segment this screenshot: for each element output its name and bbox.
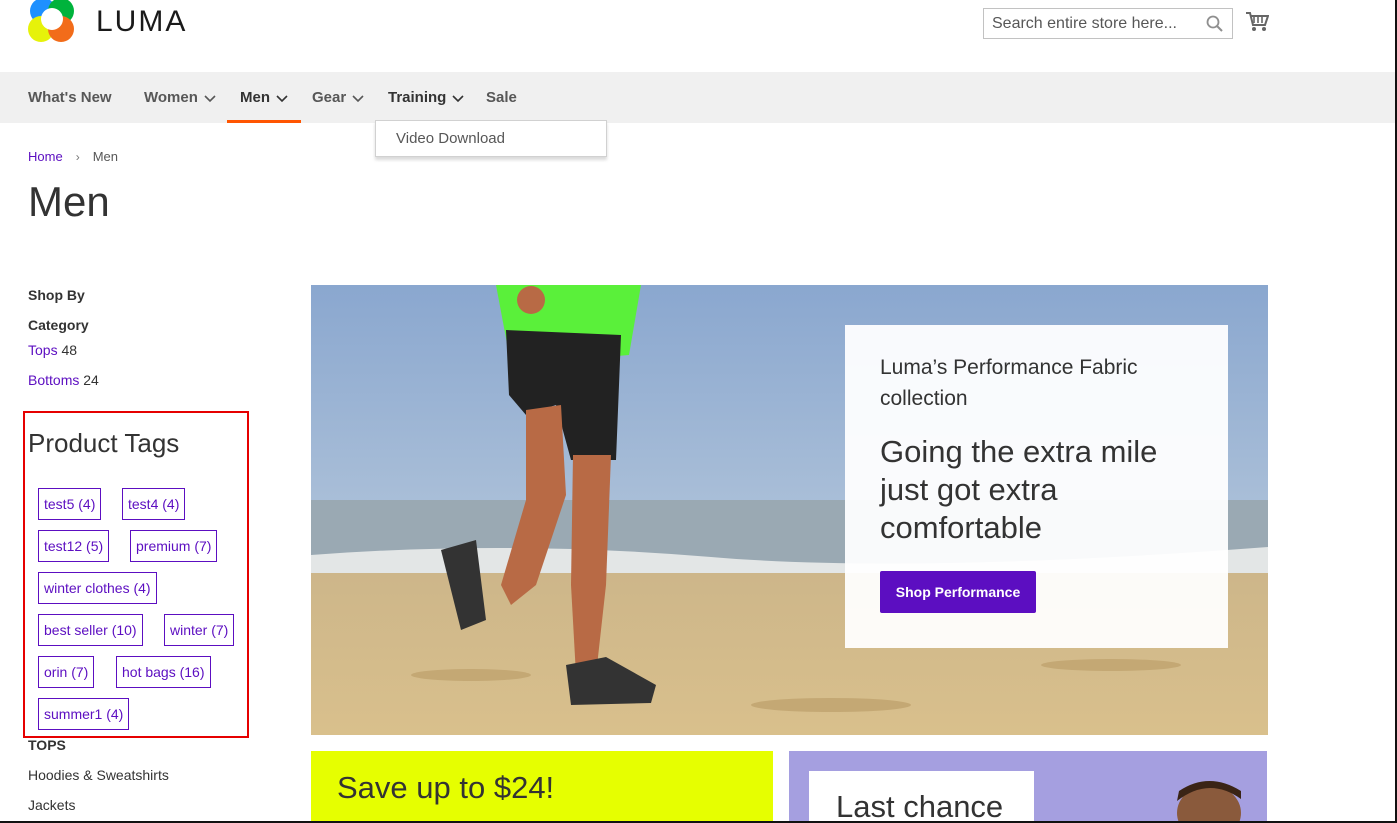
page-title: Men: [28, 178, 110, 225]
search-icon[interactable]: [1206, 15, 1224, 33]
category-heading: Category: [28, 317, 89, 333]
search-box[interactable]: [983, 8, 1233, 39]
nav-label: Women: [144, 89, 198, 106]
category-link[interactable]: Tops: [28, 342, 58, 358]
luma-logo[interactable]: LUMA: [28, 0, 198, 48]
training-submenu: Video Download: [375, 120, 607, 157]
category-item-bottoms: Bottoms 24: [28, 372, 99, 388]
nav-item-sale[interactable]: Sale: [486, 72, 517, 123]
hero-subtitle: Luma’s Performance Fabric collection: [880, 356, 1138, 410]
category-item-tops: Tops 48: [28, 342, 77, 358]
category-count: 48: [61, 342, 78, 358]
chevron-down-icon: [276, 94, 288, 102]
tag-link[interactable]: premium (7): [130, 530, 218, 562]
main-navigation: What's New Women Men Gear Training Sale: [0, 72, 1395, 123]
page: LUMA What's New Women Men Gear: [0, 0, 1397, 823]
breadcrumb-home-link[interactable]: Home: [28, 149, 63, 164]
tag-link[interactable]: test12 (5): [38, 530, 110, 562]
shop-performance-button[interactable]: Shop Performance: [880, 571, 1036, 613]
shop-by-heading: Shop By: [28, 287, 85, 303]
tag-link[interactable]: test4 (4): [122, 488, 186, 520]
nav-label: What's New: [28, 89, 112, 106]
tops-link-jackets[interactable]: Jackets: [28, 797, 75, 813]
nav-label: Men: [240, 89, 270, 106]
breadcrumb-separator-icon: ›: [75, 149, 80, 164]
category-count: 24: [83, 372, 99, 388]
nav-item-men[interactable]: Men: [227, 72, 301, 123]
nav-item-training[interactable]: Training: [388, 72, 464, 123]
search-input[interactable]: [984, 9, 1232, 38]
tag-link[interactable]: best seller (10): [38, 614, 143, 646]
nav-item-women[interactable]: Women: [144, 72, 216, 123]
category-link[interactable]: Bottoms: [28, 372, 79, 388]
shopping-cart-icon[interactable]: [1245, 11, 1269, 33]
nav-label: Gear: [312, 89, 347, 106]
tag-link[interactable]: orin (7): [38, 656, 95, 688]
chevron-down-icon: [204, 94, 216, 102]
tag-link[interactable]: summer1 (4): [38, 698, 130, 730]
logo-mark-icon: [28, 0, 80, 48]
nav-item-whats-new[interactable]: What's New: [28, 72, 112, 123]
breadcrumb: Home › Men: [28, 149, 118, 164]
tag-link[interactable]: test5 (4): [38, 488, 102, 520]
tag-link[interactable]: winter clothes (4): [38, 572, 157, 604]
promo-save-text: Save up to $24!: [337, 770, 555, 805]
chevron-down-icon: [452, 94, 464, 102]
tag-link[interactable]: winter (7): [164, 614, 235, 646]
submenu-item-video-download[interactable]: Video Download: [396, 130, 505, 147]
nav-label: Sale: [486, 89, 517, 106]
tops-link-hoodies[interactable]: Hoodies & Sweatshirts: [28, 767, 169, 783]
tag-link[interactable]: hot bags (16): [116, 656, 211, 688]
breadcrumb-current: Men: [92, 149, 118, 164]
nav-label: Training: [388, 89, 447, 106]
tops-heading: TOPS: [28, 737, 66, 753]
hero-headline: Going the extra mile just got extra comf…: [880, 434, 1158, 545]
nav-item-gear[interactable]: Gear: [312, 72, 364, 123]
product-tags-heading: Product Tags: [28, 428, 180, 458]
logo-text: LUMA: [96, 5, 188, 38]
promo-last-chance-text: Last chance: [836, 789, 1004, 823]
chevron-down-icon: [352, 94, 364, 102]
